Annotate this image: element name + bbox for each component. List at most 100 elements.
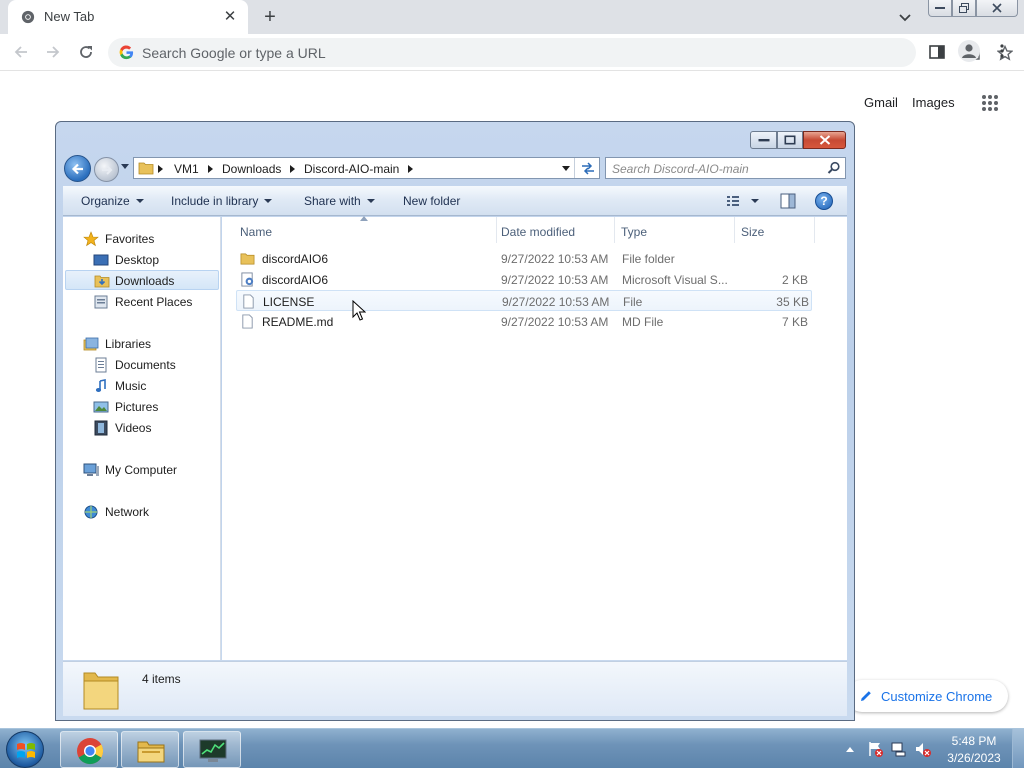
column-name-label: Name: [240, 225, 273, 239]
folder-icon: [138, 162, 154, 175]
column-size-label: Size: [741, 225, 765, 239]
share-with-menu[interactable]: Share with: [304, 194, 375, 208]
profile-avatar[interactable]: [958, 40, 980, 62]
column-header-type[interactable]: Type: [615, 217, 735, 243]
nav-my-computer[interactable]: My Computer: [83, 460, 213, 480]
explorer-search-input[interactable]: [612, 161, 817, 176]
tab-search-chevron-icon[interactable]: [893, 6, 917, 28]
address-bar[interactable]: VM1 Downloads Discord-AIO-main: [133, 157, 600, 179]
file-name: LICENSE: [263, 295, 315, 309]
explorer-back-button[interactable]: [64, 155, 91, 182]
file-type: File folder: [622, 252, 675, 266]
nav-desktop[interactable]: Desktop: [93, 250, 213, 270]
mouse-cursor-icon: [352, 300, 366, 321]
clock-time[interactable]: 5:48 PM: [950, 734, 998, 748]
new-folder-button[interactable]: New folder: [403, 194, 460, 208]
pictures-icon: [93, 401, 109, 413]
column-header-size[interactable]: Size: [735, 217, 815, 243]
file-row[interactable]: discordAIO6 9/27/2022 10:53 AM File fold…: [236, 248, 812, 269]
organize-label: Organize: [81, 194, 130, 208]
dropdown-caret-icon: [135, 199, 144, 203]
nav-downloads[interactable]: Downloads: [65, 270, 219, 290]
file-row[interactable]: README.md 9/27/2022 10:53 AM MD File 7 K…: [236, 311, 812, 332]
back-button[interactable]: [9, 40, 33, 64]
file-date: 9/27/2022 10:53 AM: [501, 252, 609, 266]
tab-new-tab[interactable]: New Tab ✕: [8, 0, 248, 34]
breadcrumb-vm1[interactable]: VM1: [174, 162, 199, 176]
nav-favorites[interactable]: Favorites: [83, 229, 213, 249]
breadcrumb-arrow-icon[interactable]: [208, 165, 214, 173]
forward-button[interactable]: [41, 40, 65, 64]
help-icon[interactable]: ?: [815, 192, 833, 210]
chrome-restore-button[interactable]: [952, 0, 976, 17]
nav-music[interactable]: Music: [93, 376, 213, 396]
desktop-icon: [93, 254, 109, 266]
details-pane: 4 items: [63, 661, 847, 716]
chrome-close-button[interactable]: [976, 0, 1018, 17]
windows-logo-icon: [17, 743, 35, 758]
file-size: 7 KB: [781, 315, 808, 329]
nav-my-computer-label: My Computer: [105, 463, 178, 477]
recent-pages-dropdown-icon[interactable]: [121, 164, 129, 170]
chrome-tab-strip: New Tab ✕ +: [0, 0, 1024, 34]
omnibox[interactable]: [108, 38, 1013, 67]
file-row[interactable]: LICENSE 9/27/2022 10:53 AM File 35 KB: [236, 290, 812, 311]
refresh-icon[interactable]: [580, 161, 596, 176]
taskbar-explorer[interactable]: [121, 731, 179, 768]
address-dropdown-icon[interactable]: [562, 166, 570, 172]
breadcrumb-arrow-icon[interactable]: [408, 165, 414, 173]
nav-pictures[interactable]: Pictures: [93, 397, 213, 417]
customize-chrome-button[interactable]: Customize Chrome: [846, 680, 1008, 712]
address-divider: [574, 158, 575, 178]
taskbar-chrome[interactable]: [60, 731, 118, 768]
nav-documents[interactable]: Documents: [93, 355, 213, 375]
volume-muted-icon[interactable]: [914, 740, 932, 758]
reload-button[interactable]: [74, 40, 98, 64]
search-icon[interactable]: [827, 161, 841, 175]
dropdown-caret-icon: [264, 199, 273, 203]
nav-recent-places[interactable]: Recent Places: [93, 292, 213, 312]
omnibox-input[interactable]: [142, 43, 842, 63]
start-button[interactable]: [6, 731, 44, 768]
breadcrumb-discord-aio-main[interactable]: Discord-AIO-main: [304, 162, 399, 176]
new-tab-button[interactable]: +: [258, 5, 282, 29]
show-desktop-button[interactable]: [1012, 729, 1024, 768]
nav-network-label: Network: [105, 505, 150, 519]
side-panel-icon[interactable]: [928, 43, 946, 61]
breadcrumb-arrow-icon[interactable]: [158, 165, 164, 173]
explorer-folder-icon: [137, 741, 165, 763]
explorer-minimize-button[interactable]: [750, 131, 777, 149]
network-icon: [84, 505, 98, 519]
show-hidden-icons-icon[interactable]: [846, 746, 854, 752]
chrome-minimize-button[interactable]: [928, 0, 952, 17]
column-header-date-modified[interactable]: Date modified: [495, 217, 615, 243]
explorer-close-button[interactable]: [803, 131, 846, 149]
change-view-icon[interactable]: [725, 192, 765, 210]
file-name: discordAIO6: [262, 273, 329, 287]
menu-dots-icon[interactable]: [995, 42, 1009, 60]
clock-date[interactable]: 3/26/2023: [944, 751, 1004, 765]
breadcrumb-arrow-icon[interactable]: [290, 165, 296, 173]
file-row[interactable]: discordAIO6 9/27/2022 10:53 AM Microsoft…: [236, 269, 812, 290]
folder-icon: [240, 253, 255, 265]
organize-menu[interactable]: Organize: [81, 194, 144, 208]
google-apps-grid-icon[interactable]: [981, 94, 999, 112]
tab-close-icon[interactable]: ✕: [221, 8, 239, 26]
action-center-flag-icon[interactable]: [866, 740, 884, 758]
explorer-maximize-button[interactable]: [777, 131, 803, 149]
nav-videos[interactable]: Videos: [93, 418, 213, 438]
include-in-library-menu[interactable]: Include in library: [171, 194, 273, 208]
explorer-search-box[interactable]: [605, 157, 846, 179]
nav-libraries[interactable]: Libraries: [83, 334, 213, 354]
column-header-name[interactable]: Name: [234, 217, 497, 243]
preview-pane-icon[interactable]: [779, 192, 797, 210]
breadcrumb-downloads[interactable]: Downloads: [222, 162, 281, 176]
explorer-window: VM1 Downloads Discord-AIO-main Organize …: [55, 121, 855, 721]
images-link[interactable]: Images: [912, 95, 955, 110]
nav-network[interactable]: Network: [83, 502, 213, 522]
gmail-link[interactable]: Gmail: [864, 95, 898, 110]
nav-documents-label: Documents: [115, 358, 176, 372]
taskbar-task-manager[interactable]: [183, 731, 241, 768]
network-tray-icon[interactable]: [890, 740, 908, 758]
explorer-forward-button[interactable]: [94, 157, 119, 182]
